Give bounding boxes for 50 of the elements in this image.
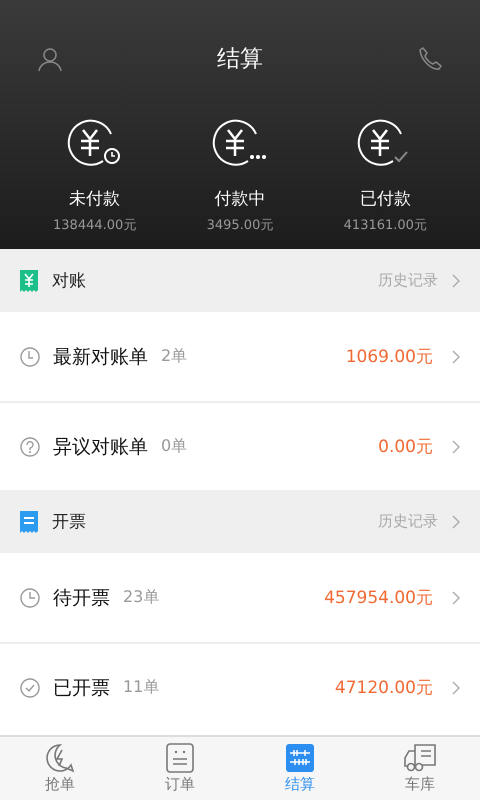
clock-icon — [20, 346, 40, 366]
yen-clock-icon — [66, 117, 123, 167]
yen-dots-icon — [212, 117, 268, 167]
row-title: 待开票 — [53, 586, 110, 610]
tab-label: 车库 — [405, 775, 435, 794]
row-amount: 0.00元 — [378, 436, 433, 458]
list-row[interactable]: 最新对账单 2单 1069.00元 — [0, 312, 480, 401]
row-title: 最新对账单 — [53, 344, 148, 370]
chevron-icon — [452, 440, 460, 454]
chevron-icon — [452, 514, 460, 528]
row-title: 已开票 — [53, 676, 110, 700]
yen-receipt-icon — [20, 270, 38, 292]
truck-icon — [403, 743, 437, 773]
chevron-icon — [452, 274, 460, 288]
tab-label: 抢单 — [45, 775, 75, 794]
status-amount: 413161.00元 — [344, 217, 427, 234]
clock-icon — [20, 588, 40, 608]
status-label: 已付款 — [360, 188, 411, 210]
chevron-icon — [452, 590, 460, 604]
list-row[interactable]: 待开票 23单 457954.00元 — [0, 553, 480, 642]
phone-icon[interactable] — [417, 46, 443, 72]
person-icon[interactable] — [37, 46, 63, 72]
tab[interactable]: 抢单 — [0, 737, 120, 800]
tab[interactable]: 车库 — [360, 737, 480, 800]
chevron-icon — [452, 350, 460, 364]
section-header[interactable]: 对账 历史记录 — [0, 249, 480, 312]
row-amount: 1069.00元 — [346, 346, 433, 368]
status-amount: 138444.00元 — [53, 217, 136, 234]
order-count: 11单 — [123, 677, 160, 698]
order-count: 0单 — [161, 436, 188, 457]
row-amount: 457954.00元 — [324, 587, 433, 609]
question-icon — [20, 436, 40, 456]
page-title: 结算 — [217, 45, 263, 74]
tab[interactable]: 订单 — [120, 737, 240, 800]
status-label: 未付款 — [69, 188, 120, 210]
tab-label: 订单 — [165, 775, 195, 794]
check-circle-icon — [20, 678, 40, 698]
document-icon — [165, 743, 195, 773]
section-header[interactable]: 开票 历史记录 — [0, 490, 480, 553]
status-label: 付款中 — [214, 188, 266, 210]
list-row[interactable]: 已开票 11单 47120.00元 — [0, 642, 480, 731]
order-count: 23单 — [123, 587, 160, 608]
chevron-icon — [452, 680, 460, 694]
row-title: 异议对账单 — [53, 434, 148, 460]
abacus-icon — [285, 743, 315, 773]
row-amount: 47120.00元 — [334, 677, 433, 699]
status-amount: 3495.00元 — [206, 217, 274, 234]
receipt-icon — [20, 510, 38, 532]
tab-label: 结算 — [285, 775, 315, 794]
order-count: 2单 — [161, 346, 188, 367]
